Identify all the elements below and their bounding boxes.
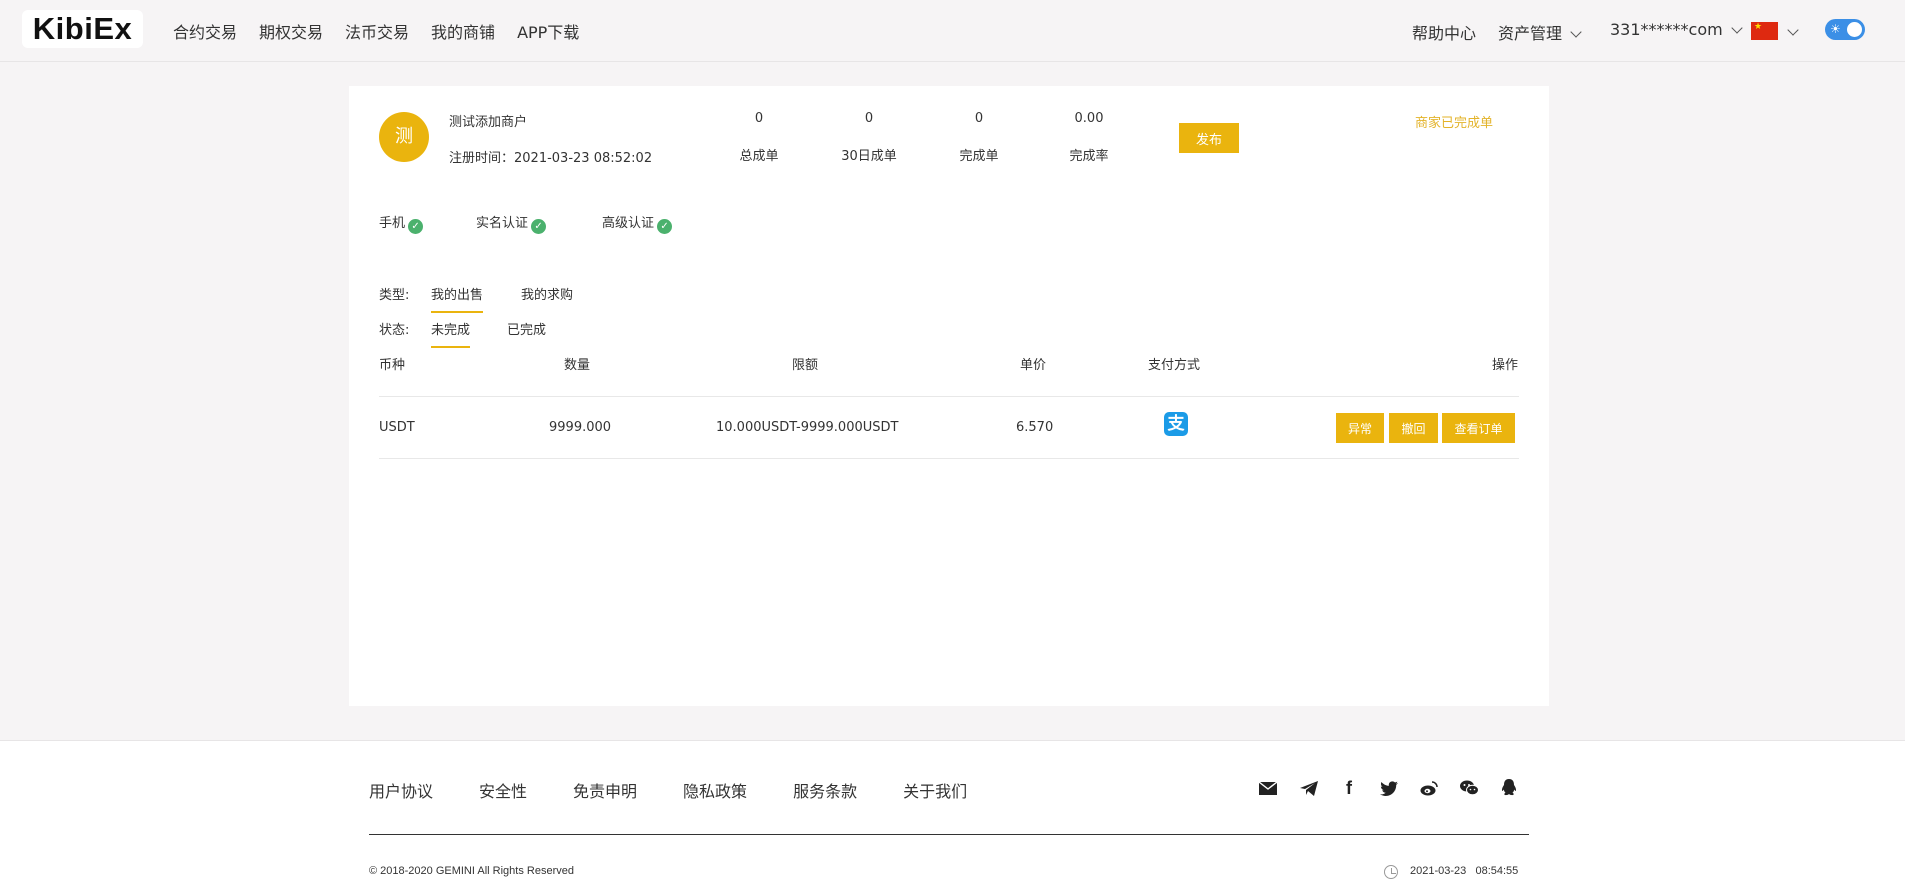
mail-icon[interactable] <box>1257 777 1279 799</box>
register-label: 注册时间： <box>449 151 515 166</box>
language-dropdown[interactable] <box>1787 22 1799 41</box>
asset-management-menu[interactable]: 资产管理 <box>1498 20 1582 44</box>
account-label: 331******com <box>1610 20 1723 39</box>
col-actions: 操作 <box>1492 358 1519 373</box>
col-amount: 数量 <box>564 358 591 373</box>
table-divider <box>379 396 1519 397</box>
stat-label: 总成单 <box>739 149 779 164</box>
footer-link-about[interactable]: 关于我们 <box>903 778 967 802</box>
status-filter-label: 状态: <box>379 323 410 338</box>
chevron-down-icon <box>1787 24 1799 36</box>
verify-label: 手机 <box>379 216 406 231</box>
type-filter-label: 类型: <box>379 288 410 303</box>
footer-date: 2021-03-23 <box>1410 865 1467 877</box>
completed-orders-link[interactable]: 商家已完成单 <box>1415 112 1493 131</box>
stat-value: 0.00 <box>1074 111 1104 126</box>
stat-label: 30日成单 <box>841 149 897 164</box>
merchant-card: 测 测试添加商户 注册时间：2021-03-23 08:52:02 0 总成单 … <box>349 86 1549 706</box>
nav-options-trading[interactable]: 期权交易 <box>259 19 323 43</box>
withdraw-button[interactable]: 撤回 <box>1389 413 1438 443</box>
merchant-name: 测试添加商户 <box>449 115 528 130</box>
check-icon: ✓ <box>531 219 547 234</box>
stat-total-orders: 0 总成单 <box>709 111 809 164</box>
account-menu[interactable]: 331******com <box>1610 20 1743 39</box>
tab-my-buy[interactable]: 我的求购 <box>521 284 573 311</box>
footer-link-security[interactable]: 安全性 <box>479 778 527 802</box>
nav-my-shop[interactable]: 我的商铺 <box>431 19 495 43</box>
stat-value: 0 <box>864 111 874 126</box>
cell-price: 6.570 <box>1016 420 1054 435</box>
verify-label: 实名认证 <box>476 216 529 231</box>
weibo-icon[interactable] <box>1418 777 1440 799</box>
check-icon: ✓ <box>657 219 673 234</box>
publish-button[interactable]: 发布 <box>1179 123 1239 153</box>
stat-completion-rate: 0.00 完成率 <box>1039 111 1139 164</box>
col-price: 单价 <box>1020 358 1047 373</box>
nav-app-download[interactable]: APP下载 <box>517 19 579 43</box>
chevron-down-icon <box>1570 26 1582 38</box>
twitter-icon[interactable] <box>1378 777 1400 799</box>
verify-advanced: 高级认证 ✓ <box>602 212 673 234</box>
register-value: 2021-03-23 08:52:02 <box>514 151 653 166</box>
footer-link-user-agreement[interactable]: 用户协议 <box>369 778 433 802</box>
footer-link-terms[interactable]: 服务条款 <box>793 778 857 802</box>
verify-label: 高级认证 <box>602 216 655 231</box>
footer-link-disclaimer[interactable]: 免责申明 <box>573 778 637 802</box>
table-divider <box>379 458 1519 459</box>
top-header: KibiEx 合约交易 期权交易 法币交易 我的商铺 APP下载 帮助中心 资产… <box>0 0 1905 62</box>
col-limit: 限额 <box>792 358 819 373</box>
merchant-register-time: 注册时间：2021-03-23 08:52:02 <box>449 147 652 166</box>
exception-button[interactable]: 异常 <box>1336 413 1384 443</box>
help-center-link[interactable]: 帮助中心 <box>1412 20 1476 44</box>
footer-time: 08:54:55 <box>1475 865 1519 877</box>
qq-icon[interactable] <box>1498 777 1520 799</box>
cell-amount: 9999.000 <box>549 420 612 435</box>
col-coin: 币种 <box>379 358 406 373</box>
footer-datetime: 2021-03-23 08:54:55 <box>1410 865 1518 877</box>
tab-complete[interactable]: 已完成 <box>507 319 546 346</box>
telegram-icon[interactable] <box>1298 777 1320 799</box>
col-payment: 支付方式 <box>1148 358 1201 373</box>
check-icon: ✓ <box>408 219 424 234</box>
nav-contract-trading[interactable]: 合约交易 <box>173 19 237 43</box>
toggle-knob <box>1847 22 1862 37</box>
stat-value: 0 <box>754 111 764 126</box>
footer-divider <box>369 834 1529 835</box>
footer-links: 用户协议 安全性 免责申明 隐私政策 服务条款 关于我们 <box>369 778 967 802</box>
sun-icon: ☀ <box>1830 22 1841 36</box>
facebook-icon[interactable]: f <box>1338 777 1360 799</box>
site-logo[interactable]: KibiEx <box>22 10 143 48</box>
clock-icon <box>1384 865 1398 879</box>
nav-fiat-trading[interactable]: 法币交易 <box>345 19 409 43</box>
verify-phone: 手机 ✓ <box>379 212 424 234</box>
stat-completed-orders: 0 完成单 <box>929 111 1029 164</box>
wechat-icon[interactable] <box>1458 777 1480 799</box>
alipay-icon: 支 <box>1164 412 1188 436</box>
chevron-down-icon <box>1731 22 1743 34</box>
copyright: © 2018-2020 GEMINI All Rights Reserved <box>369 865 574 877</box>
tab-incomplete[interactable]: 未完成 <box>431 319 471 348</box>
stat-label: 完成率 <box>1069 149 1109 164</box>
tab-my-sell[interactable]: 我的出售 <box>431 284 484 313</box>
stat-value: 0 <box>974 111 984 126</box>
page-footer: 用户协议 安全性 免责申明 隐私政策 服务条款 关于我们 f © 2018-20… <box>0 740 1905 879</box>
cell-limit: 10.000USDT-9999.000USDT <box>716 420 899 435</box>
main-nav: 合约交易 期权交易 法币交易 我的商铺 APP下载 <box>173 19 579 43</box>
asset-management-label: 资产管理 <box>1498 24 1563 43</box>
verify-realname: 实名认证 ✓ <box>476 212 547 234</box>
china-flag-icon[interactable]: ★ <box>1751 22 1778 40</box>
cell-coin: USDT <box>379 420 415 435</box>
stat-30day-orders: 0 30日成单 <box>819 111 919 164</box>
theme-toggle[interactable]: ☀ <box>1825 19 1865 40</box>
view-order-button[interactable]: 查看订单 <box>1442 413 1515 443</box>
stat-label: 完成单 <box>959 149 999 164</box>
merchant-avatar: 测 <box>379 112 429 162</box>
footer-link-privacy[interactable]: 隐私政策 <box>683 778 747 802</box>
